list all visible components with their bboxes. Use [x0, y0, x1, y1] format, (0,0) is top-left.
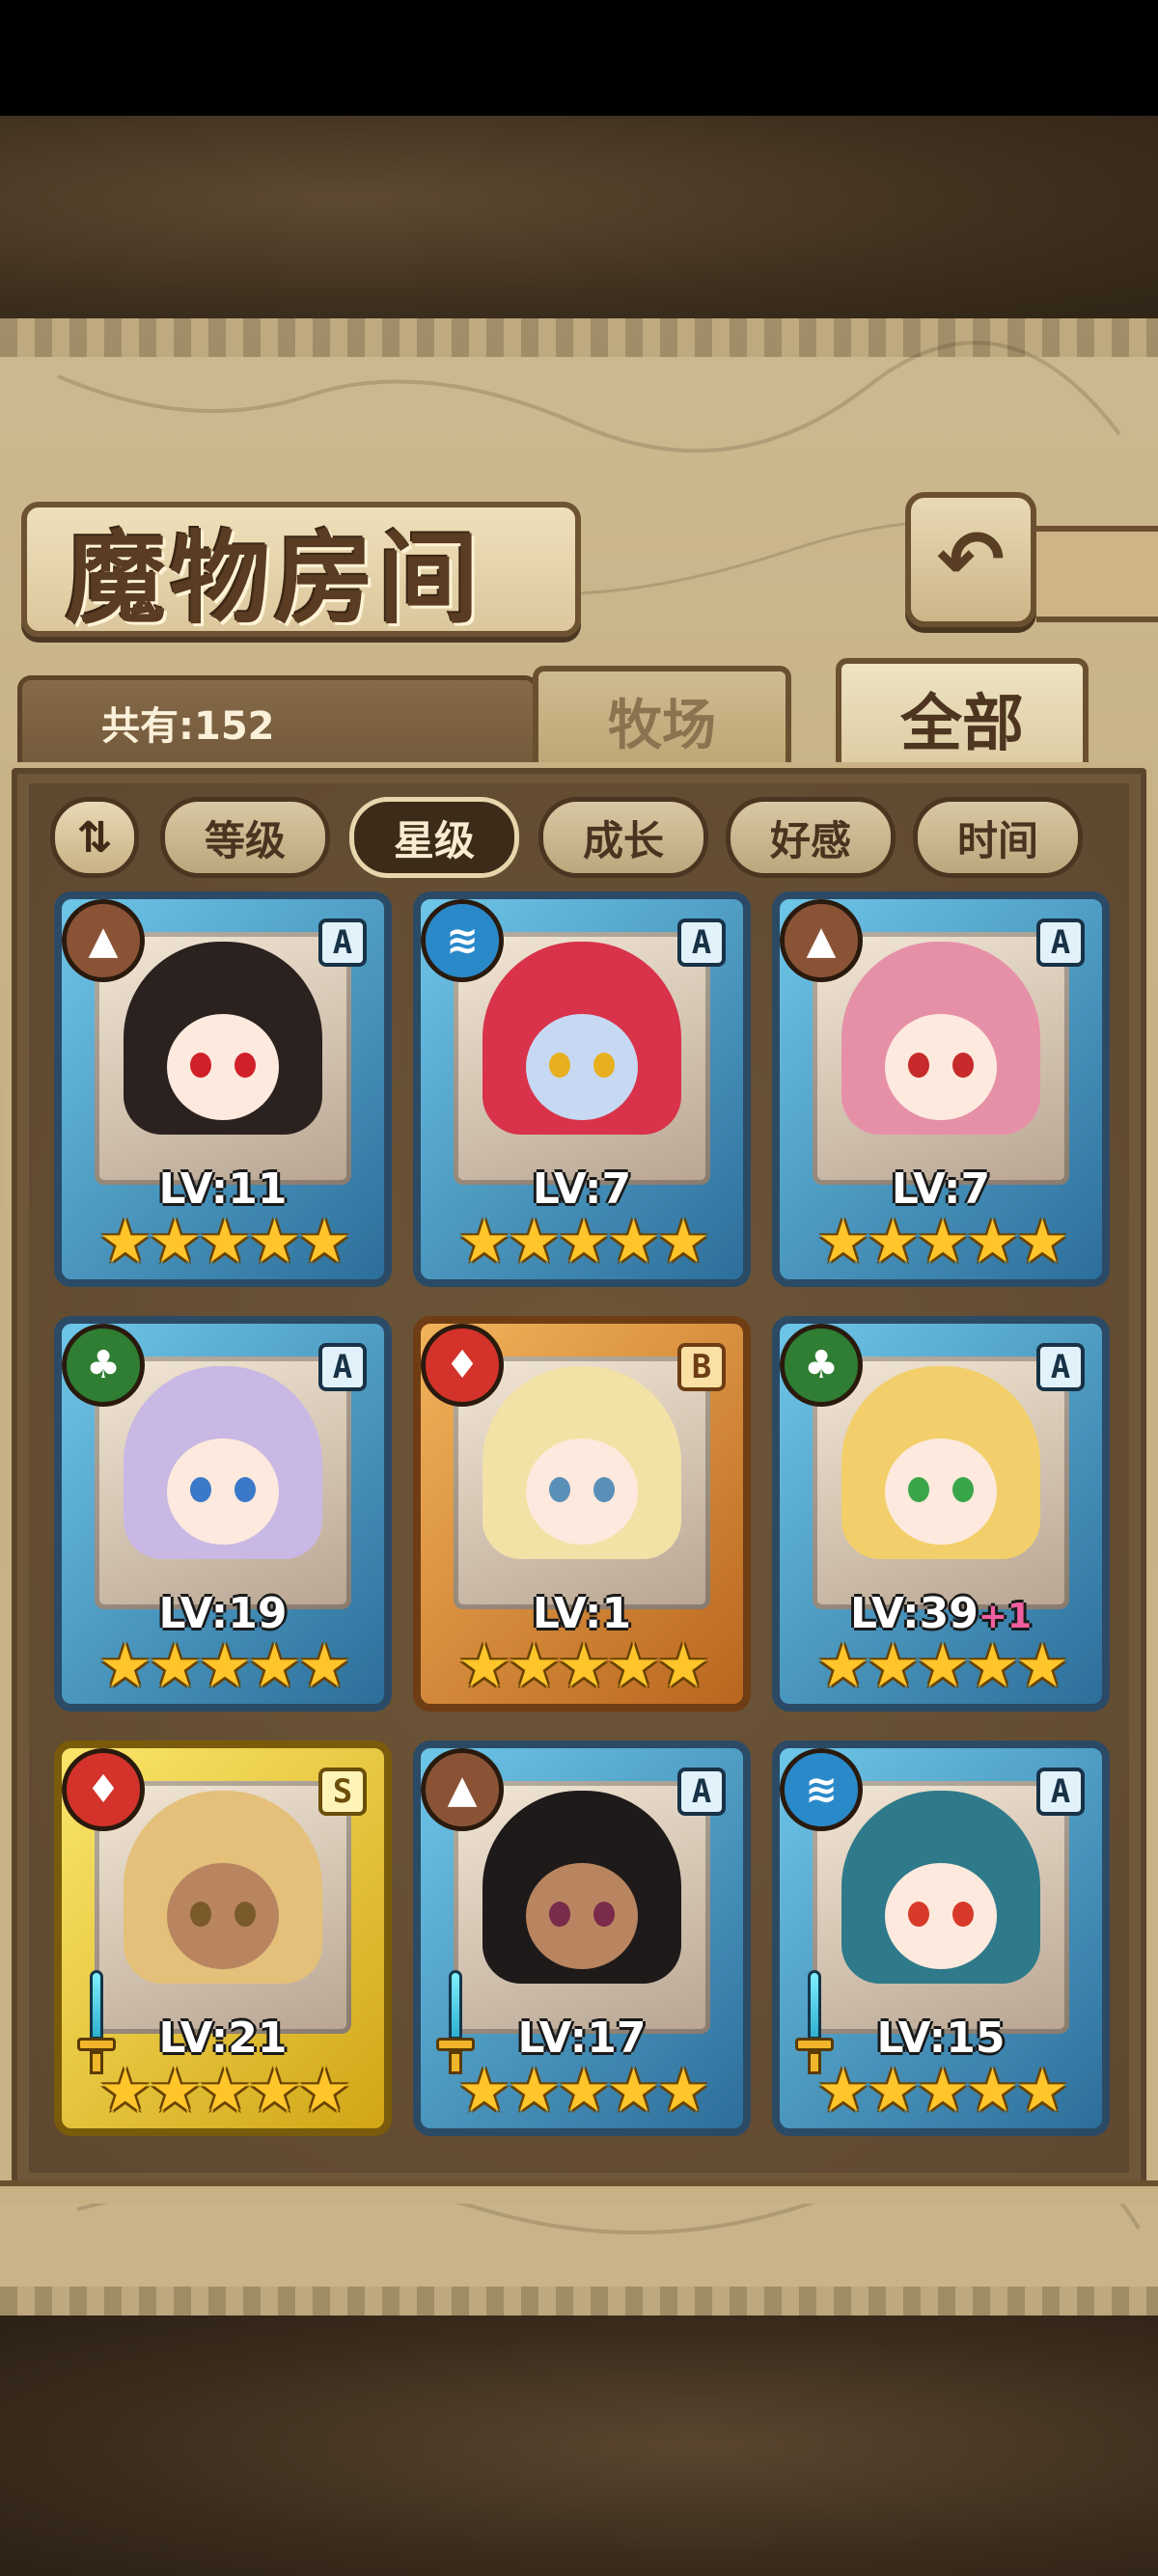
- tab-all[interactable]: 全部: [836, 658, 1089, 774]
- portrait-face: [526, 1439, 638, 1545]
- rank-badge: A: [677, 1768, 726, 1816]
- rank-badge: A: [1036, 1343, 1085, 1391]
- rank-badge: A: [318, 918, 367, 967]
- portrait-eye: [952, 1053, 974, 1078]
- monster-portrait: [813, 932, 1069, 1185]
- page-title: 魔物房间: [66, 518, 483, 638]
- monster-portrait: [454, 932, 710, 1185]
- monster-card[interactable]: ♣ A LV:19 ★★★★★: [54, 1316, 392, 1712]
- portrait-eye: [952, 1902, 974, 1927]
- portrait-eye: [234, 1477, 256, 1502]
- fire-element-icon: ♦: [62, 1748, 145, 1831]
- portrait-eye: [234, 1053, 256, 1078]
- monster-portrait: [95, 1781, 351, 2034]
- rank-badge: A: [1036, 918, 1085, 967]
- monster-card[interactable]: ▲ A LV:17 ★★★★★: [413, 1740, 751, 2136]
- star-rating: ★★★★★: [457, 2055, 710, 2125]
- water-element-icon: ≋: [780, 1748, 863, 1831]
- filter-stars-label: 星级: [393, 816, 475, 864]
- portrait-face: [167, 1014, 279, 1120]
- filter-affection-label: 好感: [769, 816, 851, 864]
- portrait-eye: [908, 1053, 929, 1078]
- monster-count-tab: 共有:152: [17, 675, 538, 764]
- rank-badge: A: [677, 918, 726, 967]
- portrait-eye: [593, 1902, 615, 1927]
- page-title-plate: 魔物房间: [21, 502, 581, 638]
- portrait-face: [885, 1439, 997, 1545]
- portrait-eye: [549, 1902, 570, 1927]
- status-bar: [0, 0, 1158, 116]
- monster-portrait: [454, 1357, 710, 1609]
- portrait-eye: [190, 1053, 211, 1078]
- portrait-eye: [549, 1053, 570, 1078]
- sort-order-toggle[interactable]: ⇅: [50, 797, 139, 878]
- rank-badge: S: [318, 1768, 367, 1816]
- monster-card[interactable]: ▲ A LV:11 ★★★★★: [54, 891, 392, 1287]
- portrait-eye: [190, 1902, 211, 1927]
- portrait-face: [167, 1863, 279, 1969]
- filter-stars-button[interactable]: 星级: [349, 797, 519, 878]
- portrait-face: [885, 1863, 997, 1969]
- back-arrow-icon: ↶: [936, 512, 1006, 607]
- portrait-eye: [234, 1902, 256, 1927]
- panel-bottom-edge: [0, 2180, 1158, 2204]
- rank-badge: B: [677, 1343, 726, 1391]
- portrait-face: [885, 1014, 997, 1120]
- portrait-eye: [593, 1477, 615, 1502]
- monster-portrait: [813, 1357, 1069, 1609]
- portrait-eye: [593, 1053, 615, 1078]
- monster-card[interactable]: ≋ A LV:15 ★★★★★: [772, 1740, 1110, 2136]
- portrait-face: [526, 1014, 638, 1120]
- star-rating: ★★★★★: [816, 1631, 1069, 1701]
- monster-card[interactable]: ♦ B LV:1 ★★★★★: [413, 1316, 751, 1712]
- filter-level-label: 等级: [204, 816, 286, 864]
- portrait-eye: [952, 1477, 974, 1502]
- tab-ranch-label: 牧场: [608, 693, 716, 757]
- star-rating: ★★★★★: [816, 2055, 1069, 2125]
- portrait-eye: [908, 1477, 929, 1502]
- portrait-face: [167, 1439, 279, 1545]
- star-rating: ★★★★★: [457, 1631, 710, 1701]
- portrait-face: [526, 1863, 638, 1969]
- nature-element-icon: ♣: [780, 1324, 863, 1407]
- monster-card[interactable]: ♣ A LV:39+1 ★★★★★: [772, 1316, 1110, 1712]
- filter-growth-button[interactable]: 成长: [538, 797, 708, 878]
- tab-all-label: 全部: [900, 688, 1024, 760]
- filter-time-button[interactable]: 时间: [913, 797, 1083, 878]
- sort-toggle-icon: ⇅: [76, 812, 113, 863]
- filter-growth-label: 成长: [582, 816, 664, 864]
- portrait-eye: [549, 1477, 570, 1502]
- monster-card[interactable]: ▲ A LV:7 ★★★★★: [772, 891, 1110, 1287]
- star-rating: ★★★★★: [98, 1631, 351, 1701]
- monster-card[interactable]: ♦ S LV:21 ★★★★★: [54, 1740, 392, 2136]
- nature-element-icon: ♣: [62, 1324, 145, 1407]
- earth-element-icon: ▲: [780, 899, 863, 982]
- water-element-icon: ≋: [421, 899, 504, 982]
- filter-time-label: 时间: [956, 816, 1038, 864]
- map-background-bottom: [0, 2316, 1158, 2576]
- monster-portrait: [813, 1781, 1069, 2034]
- rank-badge: A: [318, 1343, 367, 1391]
- star-rating: ★★★★★: [98, 2055, 351, 2125]
- filter-affection-button[interactable]: 好感: [726, 797, 896, 878]
- map-background-top: [0, 116, 1158, 323]
- filter-level-button[interactable]: 等级: [160, 797, 330, 878]
- fire-element-icon: ♦: [421, 1324, 504, 1407]
- star-rating: ★★★★★: [816, 1206, 1069, 1276]
- tab-ranch[interactable]: 牧场: [533, 666, 791, 770]
- monster-count: 共有:152: [101, 703, 275, 749]
- star-rating: ★★★★★: [98, 1206, 351, 1276]
- earth-element-icon: ▲: [421, 1748, 504, 1831]
- monster-portrait: [95, 1357, 351, 1609]
- earth-element-icon: ▲: [62, 899, 145, 982]
- header-strip: [1036, 526, 1158, 622]
- monster-portrait: [454, 1781, 710, 2034]
- portrait-eye: [190, 1477, 211, 1502]
- back-button[interactable]: ↶: [905, 492, 1036, 627]
- monster-card[interactable]: ≋ A LV:7 ★★★★★: [413, 891, 751, 1287]
- rank-badge: A: [1036, 1768, 1085, 1816]
- star-rating: ★★★★★: [457, 1206, 710, 1276]
- portrait-eye: [908, 1902, 929, 1927]
- monster-portrait: [95, 932, 351, 1185]
